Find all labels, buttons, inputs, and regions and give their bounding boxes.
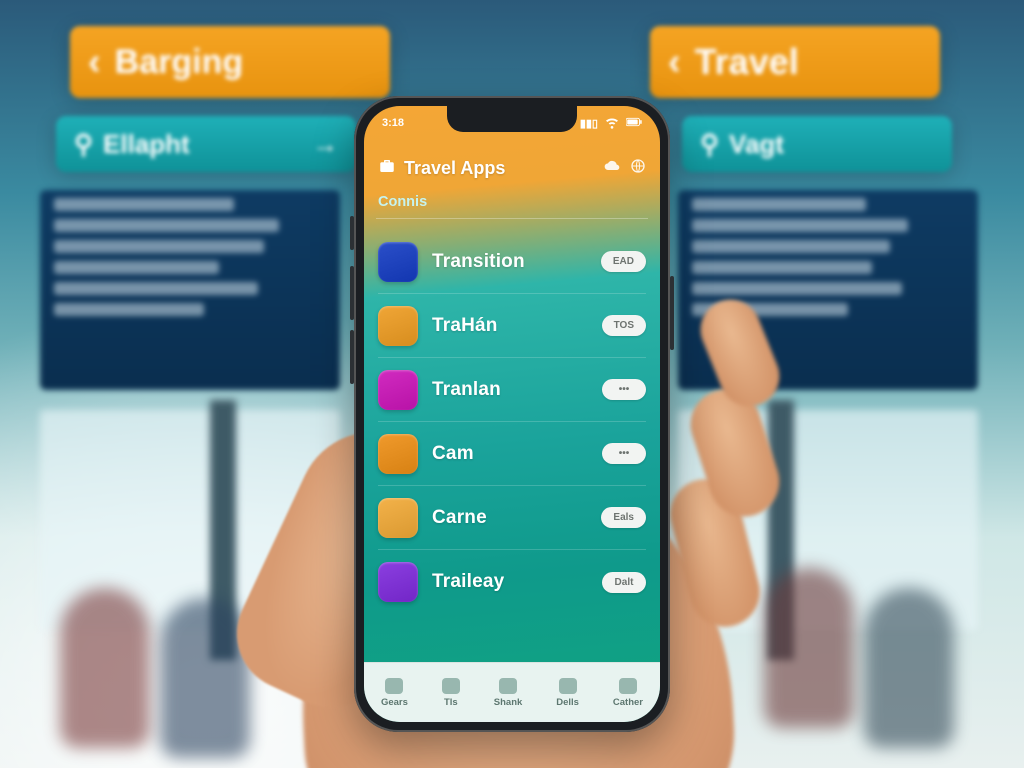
person-silhouette bbox=[864, 588, 954, 748]
pin-icon: ⚲ bbox=[700, 129, 719, 160]
tab-dells[interactable]: Dells bbox=[556, 678, 579, 708]
app-name-label: Traileay bbox=[432, 571, 602, 593]
section-label: Connis bbox=[378, 194, 427, 210]
app-header: Travel Apps bbox=[364, 146, 660, 190]
tab-label: Cather bbox=[613, 697, 643, 708]
app-icon bbox=[378, 306, 418, 346]
app-icon bbox=[378, 498, 418, 538]
arrow-left-icon: ‹ bbox=[668, 41, 681, 84]
volume-down-button bbox=[350, 330, 354, 384]
side-button bbox=[670, 276, 674, 350]
tab-label: Gears bbox=[381, 697, 408, 708]
airport-sign: ⚲ Vagt bbox=[682, 116, 952, 172]
person-silhouette bbox=[764, 568, 854, 728]
app-name-label: Transition bbox=[432, 251, 601, 273]
tab-icon bbox=[385, 678, 403, 694]
battery-icon bbox=[626, 114, 642, 133]
app-icon bbox=[378, 242, 418, 282]
app-row[interactable]: Cam••• bbox=[378, 422, 646, 486]
phone-screen: 3:18 ▮▮▯ Travel Apps bbox=[364, 106, 660, 722]
app-name-label: Carne bbox=[432, 507, 601, 529]
arrow-left-icon: ‹ bbox=[88, 41, 101, 84]
app-row[interactable]: TraileayDalt bbox=[378, 550, 646, 614]
status-time: 3:18 bbox=[382, 117, 404, 129]
tab-gears[interactable]: Gears bbox=[381, 678, 408, 708]
get-button[interactable]: EAD bbox=[601, 251, 646, 272]
tab-tls[interactable]: Tls bbox=[442, 678, 460, 708]
cloud-icon[interactable] bbox=[604, 158, 620, 179]
divider bbox=[376, 218, 648, 219]
tab-label: Shank bbox=[494, 697, 523, 708]
tab-icon bbox=[619, 678, 637, 694]
get-button[interactable]: ••• bbox=[602, 379, 646, 400]
page-title: Travel Apps bbox=[404, 158, 505, 179]
silent-switch bbox=[350, 216, 354, 250]
suitcase-icon bbox=[378, 157, 396, 180]
tab-icon bbox=[442, 678, 460, 694]
app-list[interactable]: TransitionEADTraHánTOSTranlan•••Cam•••Ca… bbox=[364, 230, 660, 662]
app-row[interactable]: TransitionEAD bbox=[378, 230, 646, 294]
pin-icon: ⚲ bbox=[74, 129, 93, 160]
signal-icon: ▮▮▯ bbox=[580, 117, 598, 130]
person-silhouette bbox=[160, 598, 250, 758]
get-button[interactable]: TOS bbox=[602, 315, 646, 336]
volume-up-button bbox=[350, 266, 354, 320]
phone-frame: 3:18 ▮▮▯ Travel Apps bbox=[354, 96, 670, 732]
tab-bar: Gears Tls Shank Dells Cather bbox=[364, 662, 660, 722]
wifi-icon bbox=[604, 114, 620, 133]
get-button[interactable]: Dalt bbox=[602, 572, 646, 593]
app-name-label: Tranlan bbox=[432, 379, 602, 401]
app-icon bbox=[378, 370, 418, 410]
app-row[interactable]: Tranlan••• bbox=[378, 358, 646, 422]
departure-board bbox=[40, 190, 340, 390]
airport-sign: ‹ Barging bbox=[70, 26, 390, 98]
tab-label: Tls bbox=[444, 697, 458, 708]
app-icon bbox=[378, 434, 418, 474]
app-row[interactable]: CarneEals bbox=[378, 486, 646, 550]
app-row[interactable]: TraHánTOS bbox=[378, 294, 646, 358]
tab-icon bbox=[559, 678, 577, 694]
arrow-right-icon: → bbox=[312, 129, 338, 160]
sign-text: Vagt bbox=[729, 129, 784, 160]
sign-text: Barging bbox=[115, 43, 243, 82]
airport-scene: ‹ Barging ‹ Travel ⚲ Ellapht → ⚲ Vagt bbox=[0, 0, 1024, 768]
tab-shank[interactable]: Shank bbox=[494, 678, 523, 708]
person-silhouette bbox=[60, 588, 150, 748]
globe-icon[interactable] bbox=[630, 158, 646, 179]
notch bbox=[447, 106, 577, 132]
sign-text: Travel bbox=[695, 41, 799, 83]
app-name-label: TraHán bbox=[432, 315, 602, 337]
get-button[interactable]: Eals bbox=[601, 507, 646, 528]
airport-sign: ⚲ Ellapht → bbox=[56, 116, 356, 172]
tab-label: Dells bbox=[556, 697, 579, 708]
sign-text: Ellapht bbox=[103, 129, 190, 160]
tab-cather[interactable]: Cather bbox=[613, 678, 643, 708]
app-name-label: Cam bbox=[432, 443, 602, 465]
app-icon bbox=[378, 562, 418, 602]
get-button[interactable]: ••• bbox=[602, 443, 646, 464]
airport-sign: ‹ Travel bbox=[650, 26, 940, 98]
tab-icon bbox=[499, 678, 517, 694]
